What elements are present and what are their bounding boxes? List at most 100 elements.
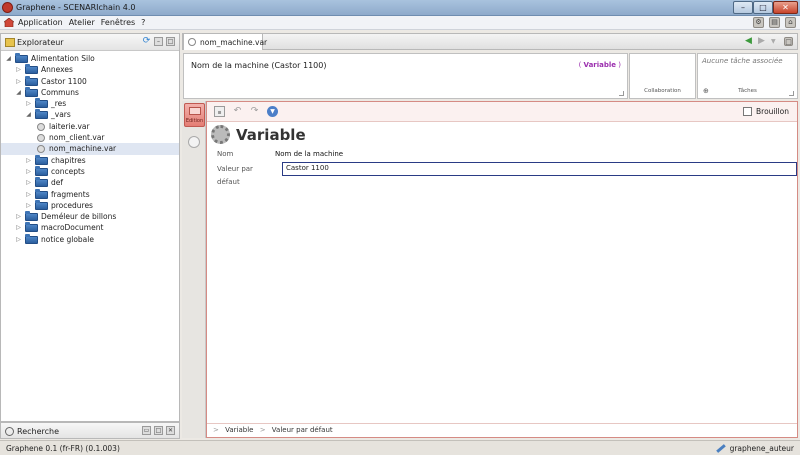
clipboard-icon[interactable]: ▤ [769, 17, 780, 28]
collaboration-panel[interactable]: Collaboration [629, 53, 696, 99]
item-type-badge: ( Variable ) [578, 61, 621, 69]
tree-folder[interactable]: ▷ fragments [1, 188, 179, 200]
tasks-empty-text: Aucune tâche associée [702, 57, 783, 65]
refresh-icon[interactable]: ⟳ [142, 37, 151, 46]
breadcrumb-separator-icon: > [259, 426, 266, 434]
expand-icon[interactable]: ▷ [15, 76, 22, 87]
folder-icon [35, 98, 48, 109]
breadcrumb: > Variable > Valeur par défaut [207, 423, 797, 437]
explorer-icon [5, 38, 15, 47]
home-icon[interactable] [4, 18, 14, 27]
actions-menu-icon[interactable]: ▼ [267, 106, 278, 117]
draft-checkbox[interactable] [743, 107, 752, 116]
tree-folder[interactable]: ▷ procedures [1, 199, 179, 211]
menu-atelier[interactable]: Atelier [69, 18, 95, 27]
menu-help[interactable]: ? [141, 18, 145, 27]
editor-maximize-button[interactable]: □ [784, 37, 793, 46]
home-shortcut-icon[interactable]: ⌂ [785, 17, 796, 28]
tasks-panel[interactable]: Aucune tâche associée ⊕ Tâches [697, 53, 798, 99]
tree-folder[interactable]: ▷ Deméleur de billons [1, 211, 179, 222]
resize-corner[interactable] [619, 91, 624, 96]
name-value[interactable]: Nom de la machine [275, 148, 343, 161]
tree-item-label: nom_client.var [49, 133, 105, 143]
expand-icon[interactable]: ▷ [25, 177, 32, 188]
explorer-panel: Explorateur ⟳ – □ ◢ Alimentation Silo ▷ Ann… [0, 33, 180, 422]
menu-fenetres[interactable]: Fenêtres [101, 18, 135, 27]
tree-item-label: Annexes [41, 65, 73, 75]
tree-folder[interactable]: ◢ Communs [1, 86, 179, 98]
tree-item-label: _vars [51, 110, 71, 120]
minimize-button[interactable]: – [733, 1, 753, 14]
menu-application[interactable]: Application [18, 18, 63, 27]
folder-icon [25, 86, 38, 97]
variable-file-icon [188, 38, 196, 46]
breadcrumb-item-default[interactable]: Valeur par défaut [272, 426, 333, 434]
app-logo-icon [2, 2, 13, 13]
expand-icon[interactable]: ▷ [25, 166, 32, 177]
expand-icon[interactable]: ▷ [25, 98, 32, 109]
search-restore-button[interactable]: ▭ [142, 426, 151, 435]
search-close-button[interactable]: ✕ [166, 426, 175, 435]
close-button[interactable]: ✕ [773, 1, 798, 14]
search-panel-header[interactable]: Recherche ▭ □ ✕ [0, 422, 180, 439]
tree-file[interactable]: laiterie.var [1, 121, 179, 132]
folder-icon [35, 154, 48, 165]
default-value-input[interactable]: Castor 1100 [282, 162, 797, 176]
expand-icon[interactable]: ▷ [15, 64, 22, 75]
back-arrow-icon[interactable]: ◀ [745, 37, 755, 46]
tree-folder[interactable]: ▷ _res [1, 98, 179, 109]
collapse-icon[interactable]: ◢ [15, 87, 22, 98]
undo-icon[interactable]: ↶ [232, 106, 243, 117]
tree-item-label: fragments [51, 189, 90, 199]
edit-mode-label: Edition [185, 118, 204, 124]
tree-folder[interactable]: ◢ _vars [1, 109, 179, 120]
folder-icon [35, 177, 48, 188]
save-icon[interactable]: ▪ [214, 106, 225, 117]
tree-file[interactable]: nom_client.var [1, 132, 179, 143]
expand-icon[interactable]: ▷ [15, 234, 22, 245]
expand-icon[interactable]: ▷ [15, 211, 22, 222]
expand-icon[interactable]: ▷ [25, 189, 32, 200]
editor-heading: Variable [211, 125, 306, 144]
explorer-tree: ◢ Alimentation Silo ▷ Annexes ▷ Castor 1100 ◢ C… [1, 51, 179, 245]
collapse-icon[interactable]: ◢ [25, 109, 32, 120]
folder-icon [35, 109, 48, 120]
tree-folder[interactable]: ▷ def [1, 177, 179, 188]
search-maximize-button[interactable]: □ [154, 426, 163, 435]
default-field-row: Valeur par défaut Castor 1100 [217, 162, 797, 186]
breadcrumb-item-variable[interactable]: Variable [225, 426, 253, 434]
settings-icon[interactable]: ⚙ [753, 17, 764, 28]
panel-minimize-button[interactable]: – [154, 37, 163, 46]
default-value-label: Valeur par défaut [217, 165, 253, 186]
tree-file[interactable]: nom_machine.var [1, 143, 179, 155]
tree-folder[interactable]: ▷ concepts [1, 165, 179, 177]
draft-toggle[interactable]: Brouillon [743, 107, 789, 116]
forward-arrow-icon[interactable]: ▶ [758, 37, 768, 46]
tree-item-label: procedures [51, 200, 93, 210]
tasks-resize-corner[interactable] [789, 91, 794, 96]
maximize-button[interactable]: □ [753, 1, 773, 14]
tree-folder[interactable]: ▷ Castor 1100 [1, 75, 179, 87]
secondary-mode-button[interactable] [188, 136, 200, 148]
edit-icon [189, 107, 201, 115]
collapse-icon[interactable]: ◢ [5, 53, 12, 64]
tree-folder[interactable]: ▷ macroDocument [1, 222, 179, 233]
edit-mode-tab[interactable]: Edition [184, 103, 205, 127]
expand-icon[interactable]: ▷ [15, 222, 22, 233]
tree-item-label: Alimentation Silo [31, 54, 95, 63]
tree-item-label: concepts [51, 166, 85, 176]
tab-nom-machine[interactable]: nom_machine.var [183, 33, 267, 50]
tree-folder[interactable]: ▷ Annexes [1, 64, 179, 75]
redo-icon[interactable]: ↷ [249, 106, 260, 117]
history-dropdown-icon[interactable]: ▼ [771, 37, 781, 46]
folder-icon [25, 233, 38, 244]
tree-folder[interactable]: ◢ Alimentation Silo [1, 53, 179, 64]
tree-folder[interactable]: ▷ notice globale [1, 233, 179, 245]
folder-icon [25, 222, 38, 233]
variable-file-icon [37, 145, 45, 154]
expand-icon[interactable]: ▷ [25, 155, 32, 166]
panel-maximize-button[interactable]: □ [166, 37, 175, 46]
variable-gear-icon [211, 125, 230, 144]
expand-icon[interactable]: ▷ [25, 200, 32, 211]
tree-folder[interactable]: ▷ chapitres [1, 154, 179, 166]
